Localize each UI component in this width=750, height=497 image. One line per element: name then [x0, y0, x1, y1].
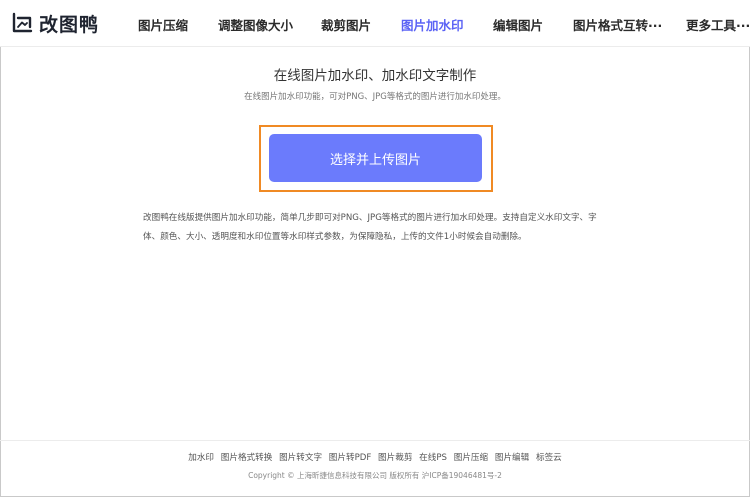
nav-item-watermark[interactable]: 图片加水印 — [401, 15, 464, 34]
footer-link-watermark[interactable]: 加水印 — [188, 453, 214, 463]
footer-link-compress[interactable]: 图片压缩 — [454, 453, 488, 463]
brand-name: 改图鸭 — [39, 13, 100, 36]
nav-item-edit[interactable]: 编辑图片 — [493, 15, 543, 34]
footer-link-online-ps[interactable]: 在线PS — [419, 453, 447, 463]
footer-divider — [0, 440, 750, 441]
top-navbar: 改图鸭 图片压缩 调整图像大小 裁剪图片 图片加水印 编辑图片 图片格式互转··… — [0, 0, 750, 47]
page-subtitle: 在线图片加水印功能，可对PNG、JPG等格式的图片进行加水印处理。 — [244, 92, 506, 102]
logo[interactable]: 改图鸭 — [11, 10, 99, 36]
upload-image-button[interactable]: 选择并上传图片 — [269, 134, 482, 182]
nav-item-more-tools[interactable]: 更多工具··· — [686, 15, 750, 34]
footer-links: 加水印 图片格式转换 图片转文字 图片转PDF 图片裁剪 在线PS 图片压缩 图… — [0, 451, 750, 463]
footer-link-edit[interactable]: 图片编辑 — [495, 453, 529, 463]
copyright-text: Copyright © 上海昕捷信息科技有限公司 版权所有 沪ICP备19046… — [248, 471, 502, 480]
footer-link-image-to-text[interactable]: 图片转文字 — [279, 453, 322, 463]
nav-item-crop[interactable]: 裁剪图片 — [321, 15, 371, 34]
footer-link-crop[interactable]: 图片裁剪 — [378, 453, 412, 463]
nav-item-format-convert[interactable]: 图片格式互转··· — [573, 15, 662, 34]
page-title: 在线图片加水印、加水印文字制作 — [273, 68, 477, 84]
nav-item-resize[interactable]: 调整图像大小 — [218, 15, 293, 34]
nav-item-compress[interactable]: 图片压缩 — [138, 15, 188, 34]
feature-description: 改图鸭在线版提供图片加水印功能，简单几步即可对PNG、JPG等格式的图片进行加水… — [143, 213, 597, 242]
footer-link-format-convert[interactable]: 图片格式转换 — [221, 453, 273, 463]
footer-link-image-to-pdf[interactable]: 图片转PDF — [329, 453, 372, 463]
footer-link-tag-cloud[interactable]: 标签云 — [536, 453, 562, 463]
image-frame-icon — [12, 12, 33, 33]
